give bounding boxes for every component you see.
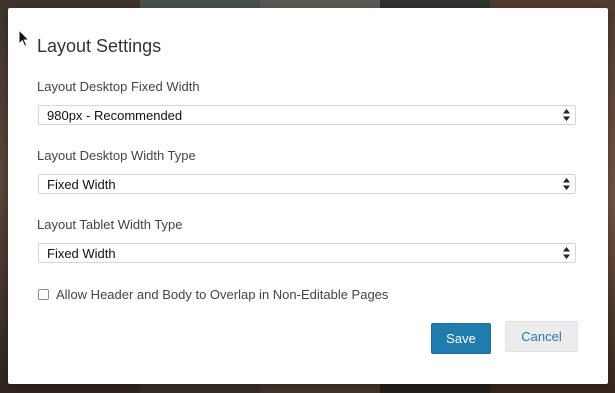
save-button[interactable]: Save [431, 323, 491, 354]
layout-settings-dialog: Layout Settings Layout Desktop Fixed Wid… [8, 8, 608, 384]
updown-arrows-icon [563, 109, 570, 121]
updown-arrows-icon [563, 247, 570, 259]
desktop-width-type-label: Layout Desktop Width Type [37, 148, 196, 163]
desktop-fixed-width-label: Layout Desktop Fixed Width [37, 79, 200, 94]
select-value: 980px - Recommended [47, 108, 183, 123]
desktop-width-type-select[interactable]: Fixed Width [38, 174, 576, 194]
overlap-checkbox[interactable] [38, 289, 49, 300]
tablet-width-type-label: Layout Tablet Width Type [37, 217, 183, 232]
dialog-title: Layout Settings [37, 36, 162, 56]
mouse-pointer-icon [18, 28, 30, 48]
cancel-button[interactable]: Cancel [505, 321, 578, 352]
updown-arrows-icon [563, 178, 570, 190]
tablet-width-type-select[interactable]: Fixed Width [38, 243, 576, 263]
select-value: Fixed Width [47, 246, 116, 261]
desktop-fixed-width-select[interactable]: 980px - Recommended [38, 105, 576, 125]
select-value: Fixed Width [47, 177, 116, 192]
overlap-checkbox-label[interactable]: Allow Header and Body to Overlap in Non-… [56, 287, 388, 302]
